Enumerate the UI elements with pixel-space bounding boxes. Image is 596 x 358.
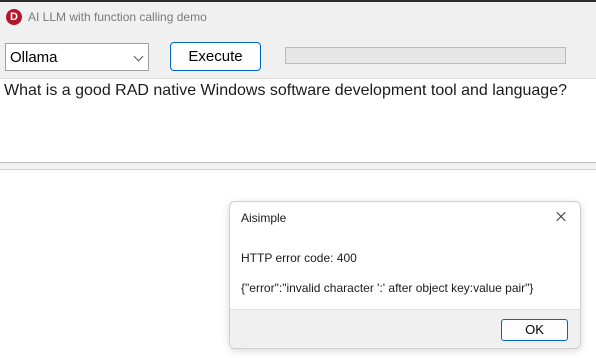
prompt-input[interactable]: What is a good RAD native Windows softwa… (0, 78, 596, 163)
close-icon[interactable] (548, 206, 574, 228)
app-logo-icon: D (6, 9, 22, 25)
provider-dropdown[interactable]: Ollama (5, 43, 149, 71)
ok-button[interactable]: OK (501, 319, 568, 341)
prompt-text: What is a good RAD native Windows softwa… (4, 82, 567, 99)
title-bar[interactable]: D AI LLM with function calling demo (0, 2, 596, 34)
dialog-title: Aisimple (241, 211, 287, 225)
window-title: AI LLM with function calling demo (28, 10, 207, 24)
provider-selected-value: Ollama (10, 49, 58, 66)
progress-bar (285, 47, 566, 64)
error-detail-text: {"error":"invalid character ':' after ob… (241, 281, 534, 295)
execute-button[interactable]: Execute (170, 42, 261, 71)
chevron-down-icon (133, 51, 144, 62)
error-code-text: HTTP error code: 400 (241, 251, 357, 265)
dialog-footer: OK (230, 309, 580, 348)
error-dialog: Aisimple HTTP error code: 400 {"error":"… (229, 201, 581, 349)
panel-splitter[interactable] (0, 165, 596, 170)
